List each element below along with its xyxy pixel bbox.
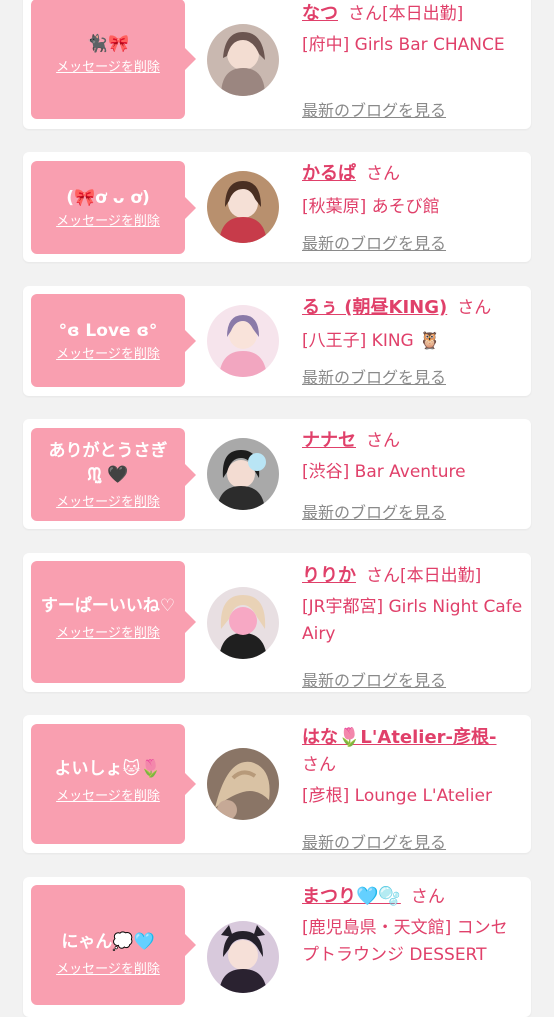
honorific: さん bbox=[366, 164, 400, 184]
list-item: すーぱーいいね♡ メッセージを削除 りりか さん[本日出勤] [JR宇都宮] Gi… bbox=[23, 553, 531, 692]
honorific: さん bbox=[457, 298, 492, 318]
message-text: よいしょ🐱🌷 bbox=[54, 759, 162, 779]
delete-message-link[interactable]: メッセージを削除 bbox=[56, 491, 160, 510]
message-text: 🐈‍⬛🎀 bbox=[86, 34, 130, 54]
honorific: さん bbox=[302, 755, 336, 775]
cast-name-link[interactable]: りりか bbox=[302, 565, 356, 586]
shop-name: [渋谷] Bar Aventure bbox=[302, 462, 466, 482]
status-badge: [本日出勤] bbox=[400, 566, 482, 586]
status-badge: [本日出勤] bbox=[382, 4, 464, 24]
cast-info: るぅ (朝昼KING) さん [八王子] KING 🦉 最新のブログを見る bbox=[302, 294, 524, 387]
delete-message-link[interactable]: メッセージを削除 bbox=[56, 56, 160, 75]
honorific: さん bbox=[366, 431, 400, 451]
message-list: 🐈‍⬛🎀 メッセージを削除 なつ さん[本日出勤] [府中] Girls Bar … bbox=[0, 0, 554, 1017]
cast-name-link[interactable]: はな🌷L'Atelier-彦根- bbox=[302, 727, 497, 748]
delete-message-link[interactable]: メッセージを削除 bbox=[56, 210, 160, 229]
avatar[interactable] bbox=[207, 438, 279, 510]
avatar[interactable] bbox=[207, 921, 279, 993]
shop-name: [彦根] Lounge L'Atelier bbox=[302, 786, 492, 806]
shop-name: [JR宇都宮] Girls Night Cafe Airy bbox=[302, 597, 523, 644]
list-item: ありがとうさぎ ᙏ̤̫ 🖤 メッセージを削除 ナナセ さん [渋谷] Bar Av… bbox=[23, 419, 531, 529]
message-bubble: よいしょ🐱🌷 メッセージを削除 bbox=[31, 724, 196, 844]
cast-name-link[interactable]: まつり🩵🫧 bbox=[302, 886, 401, 907]
shop-name: [秋葉原] あそび館 bbox=[302, 197, 440, 217]
cast-info: りりか さん[本日出勤] [JR宇都宮] Girls Night Cafe Air… bbox=[302, 562, 524, 690]
avatar[interactable] bbox=[207, 24, 279, 96]
honorific: さん bbox=[410, 887, 445, 907]
shop-name: [府中] Girls Bar CHANCE bbox=[302, 35, 505, 55]
cast-info: はな🌷L'Atelier-彦根- さん [彦根] Lounge L'Atelie… bbox=[302, 724, 524, 852]
honorific: さん bbox=[348, 4, 382, 24]
delete-message-link[interactable]: メッセージを削除 bbox=[56, 343, 160, 362]
cast-info: なつ さん[本日出勤] [府中] Girls Bar CHANCE 最新のブログを… bbox=[302, 0, 524, 120]
message-bubble: (🎀ơ ᴗ ơ) メッセージを削除 bbox=[31, 161, 196, 254]
message-text: °ɞ Love ɞ° bbox=[58, 321, 158, 341]
list-item: (🎀ơ ᴗ ơ) メッセージを削除 かるぱ さん [秋葉原] あそび館 最新のブロ… bbox=[23, 152, 531, 262]
avatar[interactable] bbox=[207, 587, 279, 659]
message-bubble: ありがとうさぎ ᙏ̤̫ 🖤 メッセージを削除 bbox=[31, 428, 196, 521]
message-text: ありがとうさぎ ᙏ̤̫ 🖤 bbox=[48, 441, 168, 485]
delete-message-link[interactable]: メッセージを削除 bbox=[56, 958, 160, 977]
latest-blog-link[interactable]: 最新のブログを見る bbox=[302, 364, 446, 388]
avatar[interactable] bbox=[207, 748, 279, 820]
avatar[interactable] bbox=[207, 171, 279, 243]
latest-blog-link[interactable]: 最新のブログを見る bbox=[302, 829, 446, 853]
cast-name-link[interactable]: ナナセ bbox=[302, 430, 356, 451]
message-bubble: °ɞ Love ɞ° メッセージを削除 bbox=[31, 294, 196, 387]
latest-blog-link[interactable]: 最新のブログを見る bbox=[302, 230, 446, 254]
message-bubble: にゃん💭🩵 メッセージを削除 bbox=[31, 885, 196, 1005]
message-text: にゃん💭🩵 bbox=[61, 932, 155, 952]
honorific: さん bbox=[366, 566, 400, 586]
shop-name: [鹿児島県・天文館] コンセプトラウンジ DESSERT bbox=[302, 918, 508, 965]
message-text: すーぱーいいね♡ bbox=[40, 596, 176, 616]
cast-name-link[interactable]: なつ bbox=[302, 3, 338, 24]
message-bubble: すーぱーいいね♡ メッセージを削除 bbox=[31, 561, 196, 683]
shop-name: [八王子] KING 🦉 bbox=[302, 331, 441, 351]
delete-message-link[interactable]: メッセージを削除 bbox=[56, 785, 160, 804]
delete-message-link[interactable]: メッセージを削除 bbox=[56, 622, 160, 641]
message-bubble: 🐈‍⬛🎀 メッセージを削除 bbox=[31, 0, 196, 119]
cast-info: まつり🩵🫧 さん [鹿児島県・天文館] コンセプトラウンジ DESSERT bbox=[302, 883, 524, 969]
latest-blog-link[interactable]: 最新のブログを見る bbox=[302, 499, 446, 523]
list-item: 🐈‍⬛🎀 メッセージを削除 なつ さん[本日出勤] [府中] Girls Bar … bbox=[23, 0, 531, 129]
list-item: °ɞ Love ɞ° メッセージを削除 るぅ (朝昼KING) さん [八王子] … bbox=[23, 286, 531, 396]
list-item: にゃん💭🩵 メッセージを削除 まつり🩵🫧 さん [鹿児島県・天文館] コンセプトラ… bbox=[23, 877, 531, 1017]
avatar[interactable] bbox=[207, 305, 279, 377]
cast-info: ナナセ さん [渋谷] Bar Aventure 最新のブログを見る bbox=[302, 427, 524, 522]
latest-blog-link[interactable]: 最新のブログを見る bbox=[302, 97, 446, 121]
cast-name-link[interactable]: かるぱ bbox=[302, 163, 356, 184]
cast-name-link[interactable]: るぅ (朝昼KING) bbox=[302, 297, 447, 318]
cast-info: かるぱ さん [秋葉原] あそび館 最新のブログを見る bbox=[302, 160, 524, 253]
list-item: よいしょ🐱🌷 メッセージを削除 はな🌷L'Atelier-彦根- さん [彦根]… bbox=[23, 715, 531, 853]
message-text: (🎀ơ ᴗ ơ) bbox=[66, 188, 150, 208]
latest-blog-link[interactable]: 最新のブログを見る bbox=[302, 667, 446, 691]
